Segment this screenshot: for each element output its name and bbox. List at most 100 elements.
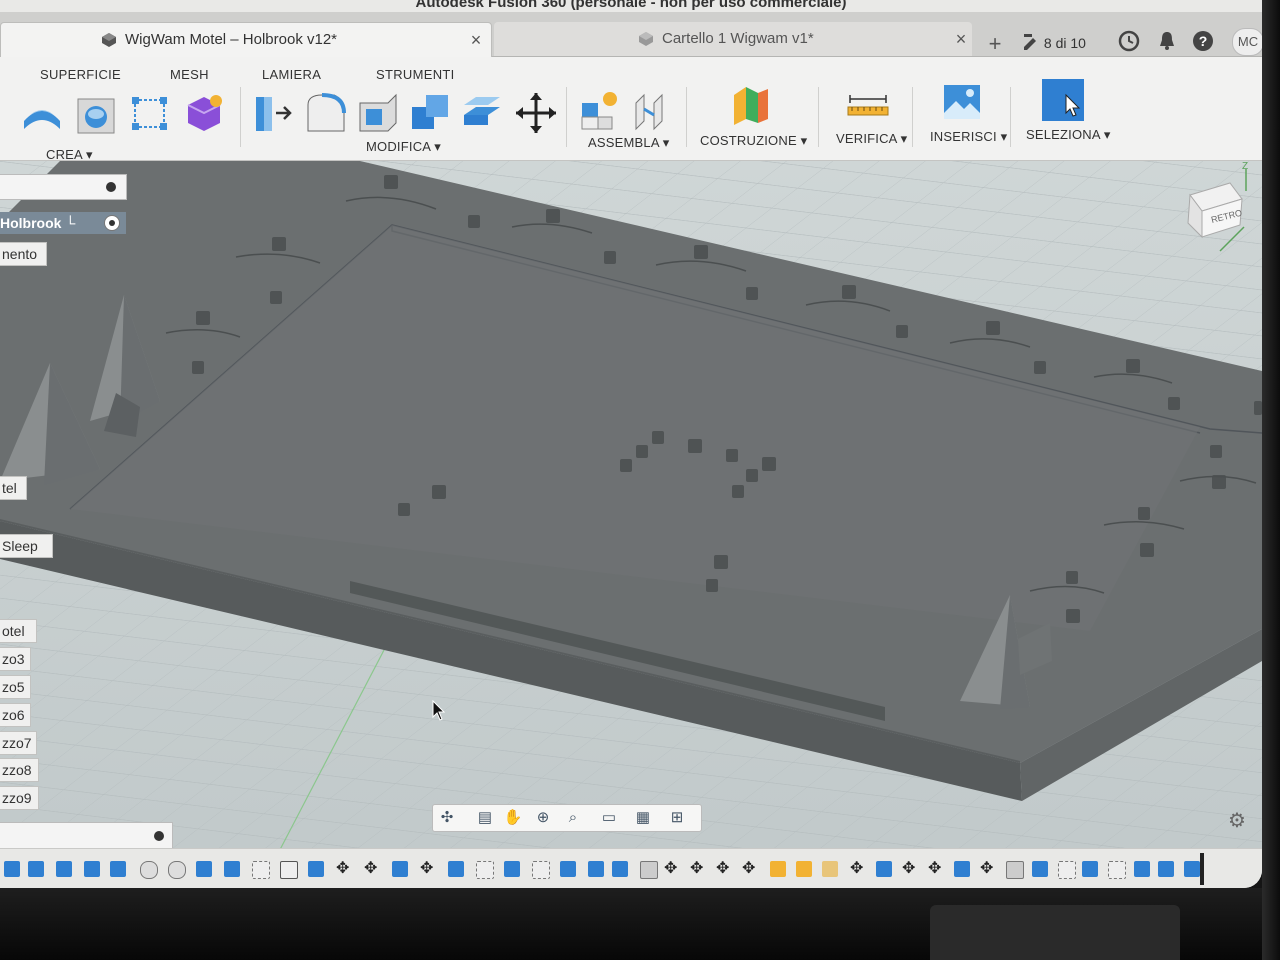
browser-item[interactable]: zo5 <box>0 675 31 699</box>
move-copy-icon[interactable] <box>514 91 558 135</box>
create-form-icon[interactable] <box>182 91 226 135</box>
timeline-feature-icon[interactable] <box>28 861 44 877</box>
tab-cartello[interactable]: Cartello 1 Wigwam v1* × <box>494 22 972 56</box>
3d-viewport[interactable]: RETRO Z <box>0 161 1262 888</box>
cylinder-box-icon[interactable] <box>74 93 118 137</box>
help-icon[interactable]: ? <box>1192 30 1214 52</box>
move-feature-icon[interactable]: ✥ <box>336 861 352 877</box>
move-feature-icon[interactable]: ✥ <box>742 861 758 877</box>
activate-radio-icon[interactable] <box>104 215 120 231</box>
timeline-feature-icon[interactable] <box>4 861 20 877</box>
timeline-feature-icon[interactable] <box>392 861 408 877</box>
user-avatar[interactable]: MC <box>1232 28 1262 56</box>
browser-root-component[interactable]: Holbrook └ <box>0 212 126 234</box>
timeline-feature-icon[interactable] <box>308 861 324 877</box>
combine-icon[interactable] <box>408 91 452 135</box>
grid-settings-icon[interactable]: ▦ <box>633 808 653 828</box>
group-costruzione[interactable]: COSTRUZIONE ▾ <box>700 133 807 149</box>
zoom-icon[interactable]: ⊕ <box>533 808 553 828</box>
display-settings-icon[interactable]: ▭ <box>599 808 619 828</box>
browser-item[interactable]: zzo7 <box>0 731 37 755</box>
timeline-feature-icon[interactable] <box>1158 861 1174 877</box>
timeline-feature-icon[interactable] <box>196 861 212 877</box>
comments-panel[interactable] <box>0 822 173 850</box>
pan-hand-icon[interactable]: ✋ <box>503 808 523 828</box>
timeline-feature-icon[interactable] <box>1058 861 1076 879</box>
orbit-icon[interactable]: ✣ <box>437 808 457 828</box>
look-at-icon[interactable]: ▤ <box>475 808 495 828</box>
browser-item[interactable]: Sleep <box>0 534 53 558</box>
viewports-icon[interactable]: ⊞ <box>667 808 687 828</box>
timeline-feature-icon[interactable] <box>84 861 100 877</box>
tab-superficie[interactable]: SUPERFICIE <box>40 67 121 82</box>
browser-item[interactable]: zzo9 <box>0 786 39 810</box>
timeline-feature-icon[interactable] <box>1184 861 1200 877</box>
timeline-feature-icon[interactable] <box>532 861 550 879</box>
construction-plane-icon[interactable] <box>728 83 772 127</box>
timeline-feature-icon[interactable] <box>140 861 158 879</box>
timeline-feature-icon[interactable] <box>1082 861 1098 877</box>
measure-icon[interactable] <box>846 83 890 127</box>
tab-wigwam-motel[interactable]: WigWam Motel – Holbrook v12* × <box>0 22 492 57</box>
close-tab-icon[interactable]: × <box>950 22 972 56</box>
timeline-feature-icon[interactable] <box>56 861 72 877</box>
offset-face-icon[interactable] <box>460 91 504 135</box>
component-feature-icon[interactable] <box>796 861 812 877</box>
timeline-feature-icon[interactable] <box>280 861 298 879</box>
timeline-feature-icon[interactable] <box>588 861 604 877</box>
timeline-settings-gear-icon[interactable]: ⚙ <box>1228 808 1246 833</box>
timeline-feature-icon[interactable] <box>1032 861 1048 877</box>
extrude-sweep-icon[interactable] <box>20 93 64 137</box>
pattern-icon[interactable] <box>128 93 172 137</box>
timeline-feature-icon[interactable] <box>110 861 126 877</box>
timeline-feature-icon[interactable] <box>168 861 186 879</box>
insert-image-icon[interactable] <box>940 81 984 125</box>
close-tab-icon[interactable]: × <box>465 23 487 57</box>
component-feature-icon[interactable] <box>770 861 786 877</box>
new-tab-plus-icon[interactable]: + <box>982 32 1008 58</box>
notifications-bell-icon[interactable] <box>1156 30 1178 52</box>
design-timeline[interactable]: ✥ ✥ ✥ ✥ ✥ ✥ ✥ ✥ ✥ ✥ ✥ <box>0 848 1262 888</box>
fillet-icon[interactable] <box>304 91 348 135</box>
browser-item[interactable]: zo3 <box>0 647 31 671</box>
group-assembla[interactable]: ASSEMBLA ▾ <box>588 135 670 151</box>
timeline-feature-icon[interactable] <box>1006 861 1024 879</box>
browser-item[interactable]: nento <box>0 242 47 266</box>
timeline-feature-icon[interactable] <box>876 861 892 877</box>
timeline-feature-icon[interactable] <box>252 861 270 879</box>
group-modifica[interactable]: MODIFICA ▾ <box>366 139 441 155</box>
browser-item[interactable]: zo6 <box>0 703 31 727</box>
browser-item[interactable]: tel <box>0 476 27 500</box>
shell-icon[interactable] <box>356 91 400 135</box>
move-feature-icon[interactable]: ✥ <box>980 861 996 877</box>
press-pull-icon[interactable] <box>252 91 296 135</box>
move-feature-icon[interactable]: ✥ <box>928 861 944 877</box>
component-feature-icon[interactable] <box>822 861 838 877</box>
timeline-feature-icon[interactable] <box>1134 861 1150 877</box>
collapse-dot-icon[interactable] <box>106 182 116 192</box>
joint-icon[interactable] <box>630 89 674 133</box>
new-component-icon[interactable] <box>578 89 622 133</box>
select-icon[interactable] <box>1040 77 1084 121</box>
fit-zoom-icon[interactable]: ⌕ <box>563 808 583 828</box>
move-feature-icon[interactable]: ✥ <box>664 861 680 877</box>
tab-mesh[interactable]: MESH <box>170 67 209 82</box>
tab-lamiera[interactable]: LAMIERA <box>262 67 321 82</box>
move-feature-icon[interactable]: ✥ <box>690 861 706 877</box>
timeline-feature-icon[interactable] <box>954 861 970 877</box>
tab-strumenti[interactable]: STRUMENTI <box>376 67 455 82</box>
timeline-feature-icon[interactable] <box>476 861 494 879</box>
timeline-feature-icon[interactable] <box>448 861 464 877</box>
group-verifica[interactable]: VERIFICA ▾ <box>836 131 907 147</box>
timeline-feature-icon[interactable] <box>1108 861 1126 879</box>
browser-item[interactable]: zzo8 <box>0 758 39 782</box>
browser-header[interactable] <box>0 174 127 200</box>
group-inserisci[interactable]: INSERISCI ▾ <box>930 129 1007 145</box>
move-feature-icon[interactable]: ✥ <box>850 861 866 877</box>
timeline-feature-icon[interactable] <box>612 861 628 877</box>
move-feature-icon[interactable]: ✥ <box>902 861 918 877</box>
timeline-feature-icon[interactable] <box>560 861 576 877</box>
collapse-dot-icon[interactable] <box>154 831 164 841</box>
job-status[interactable]: 8 di 10 <box>1022 30 1086 56</box>
timeline-feature-icon[interactable] <box>640 861 658 879</box>
